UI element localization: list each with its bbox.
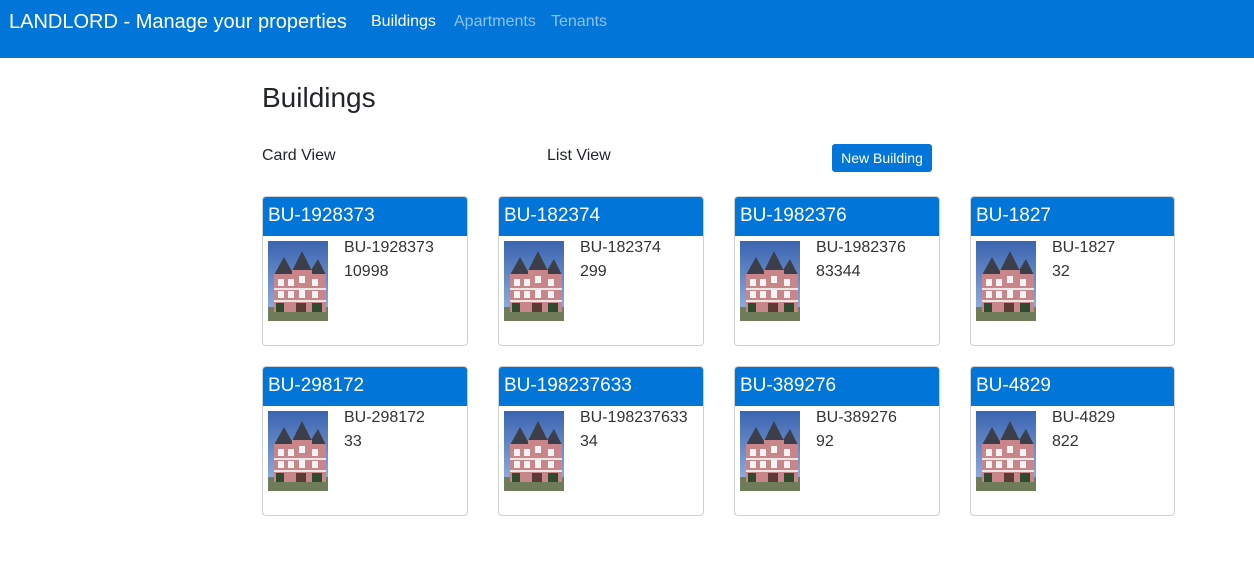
list-view-link[interactable]: List View (547, 147, 611, 165)
top-navbar: LANDLORD - Manage your properties Buildi… (0, 0, 1254, 58)
building-value: 83344 (816, 263, 861, 280)
building-card-header: BU-389276 (735, 367, 939, 406)
building-value: 33 (344, 433, 362, 450)
building-card-header: BU-1928373 (263, 197, 467, 236)
building-card[interactable]: BU-298172 BU-298172 33 (262, 366, 468, 516)
page-title: Buildings (262, 82, 376, 113)
card-view-link[interactable]: Card View (262, 147, 336, 165)
building-card[interactable]: BU-182374 BU-182374 299 (498, 196, 704, 346)
building-code: BU-298172 (344, 409, 425, 426)
building-image (740, 411, 800, 491)
building-card-header: BU-298172 (263, 367, 467, 406)
building-image (976, 411, 1036, 491)
building-value: 299 (580, 263, 607, 280)
building-code: BU-389276 (816, 409, 897, 426)
building-value: 92 (816, 433, 834, 450)
building-card[interactable]: BU-1928373 BU-1928373 10998 (262, 196, 468, 346)
nav-item-buildings[interactable]: Buildings (371, 13, 436, 31)
building-image (740, 241, 800, 321)
building-code: BU-182374 (580, 239, 661, 256)
building-card-header: BU-182374 (499, 197, 703, 236)
building-card[interactable]: BU-198237633 BU-198237633 34 (498, 366, 704, 516)
building-image (976, 241, 1036, 321)
building-card-header: BU-4829 (971, 367, 1174, 406)
building-code: BU-1982376 (816, 239, 906, 256)
building-card-header: BU-1982376 (735, 197, 939, 236)
building-image (268, 411, 328, 491)
building-value: 822 (1052, 433, 1079, 450)
nav-item-apartments[interactable]: Apartments (454, 13, 536, 31)
building-value: 34 (580, 433, 598, 450)
building-card[interactable]: BU-1982376 BU-1982376 83344 (734, 196, 940, 346)
building-image (268, 241, 328, 321)
new-building-button[interactable]: New Building (832, 144, 932, 172)
building-card-header: BU-198237633 (499, 367, 703, 406)
building-card[interactable]: BU-4829 BU-4829 822 (970, 366, 1175, 516)
building-code: BU-198237633 (580, 409, 688, 426)
building-code: BU-1827 (1052, 239, 1116, 256)
building-value: 10998 (344, 263, 389, 280)
building-image (504, 241, 564, 321)
building-code: BU-1928373 (344, 239, 434, 256)
building-card-header: BU-1827 (971, 197, 1174, 236)
building-code: BU-4829 (1052, 409, 1116, 426)
building-image (504, 411, 564, 491)
building-card[interactable]: BU-1827 BU-1827 32 (970, 196, 1175, 346)
building-value: 32 (1052, 263, 1070, 280)
building-card[interactable]: BU-389276 BU-389276 92 (734, 366, 940, 516)
brand-link[interactable]: LANDLORD - Manage your properties (9, 11, 347, 34)
nav-item-tenants[interactable]: Tenants (551, 13, 607, 31)
